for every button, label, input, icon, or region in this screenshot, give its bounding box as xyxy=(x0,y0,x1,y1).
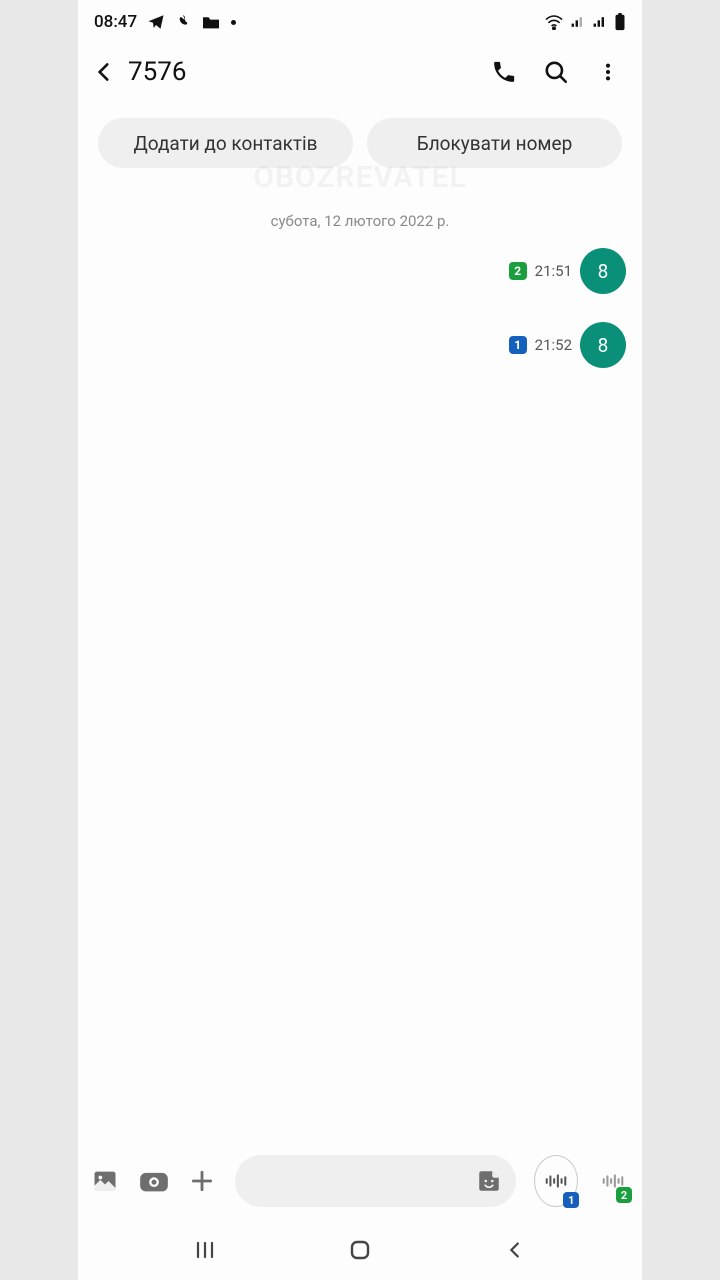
signal-2-icon xyxy=(592,15,608,29)
wifi-icon xyxy=(544,14,564,30)
voice-record-sim1-button[interactable]: 1 xyxy=(534,1155,578,1207)
date-divider: субота, 12 лютого 2022 р. xyxy=(94,212,626,230)
message-bubble[interactable]: 8 xyxy=(580,248,626,294)
battery-icon xyxy=(614,13,626,31)
message-time: 21:51 xyxy=(535,262,572,280)
block-number-button[interactable]: Блокувати номер xyxy=(367,118,622,168)
folder-icon xyxy=(201,14,221,30)
status-bar: 08:47 xyxy=(78,0,642,44)
message-list[interactable]: субота, 12 лютого 2022 р. 2 21:51 8 1 21… xyxy=(78,178,642,1142)
sticker-button[interactable] xyxy=(472,1164,506,1198)
camera-button[interactable] xyxy=(138,1163,168,1199)
home-button[interactable] xyxy=(330,1230,390,1270)
android-nav-bar xyxy=(78,1220,642,1280)
call-button[interactable] xyxy=(478,48,530,96)
add-attachment-button[interactable] xyxy=(187,1163,217,1199)
sim1-badge: 1 xyxy=(563,1192,579,1208)
back-button[interactable] xyxy=(82,50,126,94)
message-row[interactable]: 2 21:51 8 xyxy=(94,248,626,294)
telegram-icon xyxy=(147,13,165,31)
more-options-button[interactable] xyxy=(582,48,634,96)
message-input[interactable] xyxy=(251,1171,472,1191)
notification-dot-icon xyxy=(231,20,236,25)
chip-label: Додати до контактів xyxy=(133,132,317,155)
conversation-title: 7576 xyxy=(128,57,186,87)
signal-1-icon xyxy=(570,15,586,29)
call-forward-icon xyxy=(175,13,191,31)
message-time: 21:52 xyxy=(535,336,572,354)
add-to-contacts-button[interactable]: Додати до контактів xyxy=(98,118,353,168)
sim-badge: 2 xyxy=(509,262,527,280)
sim2-badge: 2 xyxy=(616,1187,632,1203)
gallery-button[interactable] xyxy=(90,1163,120,1199)
phone-screen: 08:47 xyxy=(78,0,642,1280)
compose-bar: 1 2 xyxy=(78,1142,642,1220)
chip-label: Блокувати номер xyxy=(417,132,573,155)
message-row[interactable]: 1 21:52 8 xyxy=(94,322,626,368)
voice-record-sim2-button[interactable]: 2 xyxy=(596,1161,630,1201)
search-button[interactable] xyxy=(530,48,582,96)
suggestion-chips: Додати до контактів Блокувати номер xyxy=(78,100,642,178)
recents-button[interactable] xyxy=(175,1230,235,1270)
sim-badge: 1 xyxy=(509,336,527,354)
conversation-header: 7576 xyxy=(78,44,642,100)
nav-back-button[interactable] xyxy=(485,1230,545,1270)
message-input-container[interactable] xyxy=(235,1155,516,1207)
message-bubble[interactable]: 8 xyxy=(580,322,626,368)
status-time: 08:47 xyxy=(94,12,137,32)
